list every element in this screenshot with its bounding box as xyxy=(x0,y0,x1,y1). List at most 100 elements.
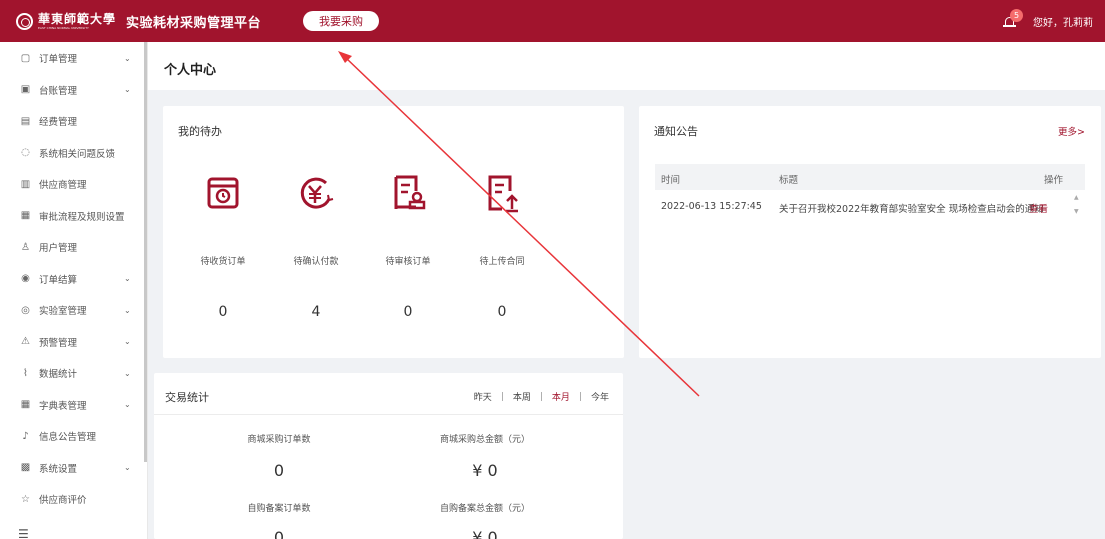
todo-card-title: 我的待办 xyxy=(178,125,222,138)
university-logo[interactable]: 華東師範大學 EAST CHINA NORMAL UNIVERSITY xyxy=(16,11,117,30)
tab-this-year[interactable]: 今年 xyxy=(591,390,609,403)
todo-label: 待确认付款 xyxy=(293,257,339,267)
top-header: 華東師範大學 EAST CHINA NORMAL UNIVERSITY 实验耗材… xyxy=(0,0,1105,42)
todo-pending-contract[interactable]: 待上传合同 0 xyxy=(457,171,547,320)
sidebar-item-label: 订单结算 xyxy=(39,274,78,286)
todo-value: 0 xyxy=(497,304,507,320)
scroll-up-icon[interactable]: ▲ xyxy=(1074,194,1079,201)
sidebar-item-label: 信息公告管理 xyxy=(39,432,97,443)
todo-pending-payment[interactable]: 待确认付款 4 xyxy=(271,171,361,320)
todo-pending-review[interactable]: 待审核订单 0 xyxy=(363,171,453,320)
sidebar-item[interactable]: ▤ 经费管理 xyxy=(0,105,140,137)
notice-title[interactable]: 关于召开我校2022年教育部实验室安全 现场检查启动会的通知 xyxy=(779,201,1044,215)
clock-box-icon xyxy=(207,177,239,209)
collapse-menu-icon[interactable]: ☰ xyxy=(18,527,30,539)
sidebar-item[interactable]: ▦ 字典表管理 ⌄ xyxy=(0,389,140,421)
sidebar-item[interactable]: ⚠ 预警管理 ⌄ xyxy=(0,326,140,358)
todo-label: 待收货订单 xyxy=(200,257,246,267)
column-header-time: 时间 xyxy=(661,175,681,186)
sidebar-item-label: 系统设置 xyxy=(39,463,78,475)
stat-value: ¥ 0 xyxy=(472,461,498,480)
sidebar-item[interactable]: ♙ 用户管理 xyxy=(0,231,140,263)
todo-label: 待审核订单 xyxy=(385,257,431,267)
purchase-button[interactable]: 我要采购 xyxy=(303,11,380,31)
stat-label: 商城采购订单数 xyxy=(247,435,311,445)
column-header-action: 操作 xyxy=(1044,175,1064,186)
tab-this-week[interactable]: 本周 xyxy=(513,390,531,403)
user-greeting[interactable]: 您好，孔莉莉 xyxy=(1033,14,1093,29)
sidebar-item-label: 订单管理 xyxy=(39,54,78,65)
todo-pending-receipt[interactable]: 待收货订单 0 xyxy=(178,171,268,320)
sidebar-item[interactable]: ◎ 实验室管理 ⌄ xyxy=(0,294,140,326)
chevron-down-icon: ⌄ xyxy=(124,305,131,315)
sidebar-item-label: 经费管理 xyxy=(39,117,78,128)
university-seal-icon xyxy=(16,12,33,30)
order-icon: ▢ xyxy=(20,52,31,64)
chevron-down-icon: ⌄ xyxy=(124,85,131,94)
todo-label: 待上传合同 xyxy=(479,257,525,267)
chevron-down-icon: ⌄ xyxy=(124,274,131,283)
sidebar-item-label: 供应商评价 xyxy=(39,495,87,506)
notice-table-header: 时间 标题 操作 xyxy=(655,164,1085,190)
sidebar-item-label: 数据统计 xyxy=(39,369,78,380)
view-notice-link[interactable]: 查看 xyxy=(1029,201,1048,215)
stat-label: 自购备案订单数 xyxy=(247,504,311,514)
todo-value: 0 xyxy=(403,304,413,320)
sidebar-item[interactable]: ▦ 审批流程及规则设置 xyxy=(0,200,140,232)
sidebar-item-label: 审批流程及规则设置 xyxy=(39,211,125,223)
warning-icon: ⚠ xyxy=(21,336,30,347)
page-title: 个人中心 xyxy=(164,63,217,78)
stat-value: 0 xyxy=(273,528,285,539)
sidebar-item[interactable]: ◉ 订单结算 ⌄ xyxy=(0,263,140,295)
chevron-down-icon: ⌄ xyxy=(124,400,131,409)
todo-card: 我的待办 待收货订单 0 待确认付款 4 待审核订单 0 待上传合同 0 xyxy=(163,106,624,358)
upload-doc-icon xyxy=(488,175,518,213)
notice-card: 通知公告 更多> 时间 标题 操作 2022-06-13 15:27:45 关于… xyxy=(639,106,1101,358)
chevron-down-icon: ⌄ xyxy=(124,53,131,63)
sidebar-item-label: 供应商管理 xyxy=(39,180,87,191)
fund-icon: ▤ xyxy=(20,115,31,127)
tab-this-month[interactable]: 本月 xyxy=(552,390,570,403)
review-doc-icon xyxy=(394,175,426,210)
stat-label: 商城采购总金额（元） xyxy=(439,435,530,445)
more-notices-link[interactable]: 更多> xyxy=(1058,124,1085,138)
star-icon: ☆ xyxy=(21,493,30,505)
supplier-icon: ▥ xyxy=(20,178,31,190)
sidebar-item[interactable]: ▣ 台账管理 ⌄ xyxy=(0,74,140,106)
sidebar-item-label: 字典表管理 xyxy=(39,400,87,412)
tab-yesterday[interactable]: 昨天 xyxy=(474,390,492,403)
scroll-down-icon[interactable]: ▼ xyxy=(1074,208,1079,215)
sidebar-item[interactable]: ⌇ 数据统计 ⌄ xyxy=(0,357,140,389)
settlement-icon: ◉ xyxy=(21,273,30,284)
logo-text: 華東師範大學 xyxy=(38,11,117,26)
logo-subtext: EAST CHINA NORMAL UNIVERSITY xyxy=(38,25,89,30)
feedback-icon: ◌ xyxy=(21,147,30,158)
settings-icon: ▩ xyxy=(20,462,31,473)
stat-label: 自购备案总金额（元） xyxy=(439,504,530,514)
ledger-icon: ▣ xyxy=(20,84,31,95)
chevron-down-icon: ⌄ xyxy=(124,368,131,378)
notification-bell-icon[interactable]: 5 xyxy=(1003,9,1023,28)
app-title: 实验耗材采购管理平台 xyxy=(126,15,262,31)
notice-time: 2022-06-13 15:27:45 xyxy=(661,201,762,212)
trade-card-title: 交易统计 xyxy=(165,391,209,404)
sidebar-item[interactable]: ◌ 系统相关问题反馈 xyxy=(0,137,140,169)
notice-table-scrollbar[interactable]: ▲ ▼ xyxy=(1068,190,1085,230)
notice-card-title: 通知公告 xyxy=(654,125,698,138)
stat-value: 0 xyxy=(273,461,285,480)
page-header: 个人中心 xyxy=(148,42,1105,90)
sidebar-scrollbar[interactable] xyxy=(144,42,147,462)
approval-icon: ▦ xyxy=(20,210,31,221)
sidebar: ▢ 订单管理 ⌄ ▣ 台账管理 ⌄ ▤ 经费管理 ◌ 系统相关问题反馈 ▥ 供应商管理 ▦ 审批流程及规则… xyxy=(0,42,148,539)
sidebar-item-label: 用户管理 xyxy=(39,243,78,254)
sidebar-item[interactable]: ☆ 供应商评价 xyxy=(0,483,140,515)
sidebar-item-label: 预警管理 xyxy=(39,337,78,349)
sidebar-item[interactable]: ▢ 订单管理 ⌄ xyxy=(0,42,140,74)
sidebar-item[interactable]: ▩ 系统设置 ⌄ xyxy=(0,452,140,484)
todo-value: 0 xyxy=(218,304,228,320)
period-tabs: 昨天 | 本周 | 本月 | 今年 xyxy=(473,390,609,404)
sidebar-item[interactable]: ♪ 信息公告管理 xyxy=(0,420,140,452)
chevron-down-icon: ⌄ xyxy=(124,463,131,472)
stats-icon: ⌇ xyxy=(23,367,28,379)
sidebar-item[interactable]: ▥ 供应商管理 xyxy=(0,168,140,200)
